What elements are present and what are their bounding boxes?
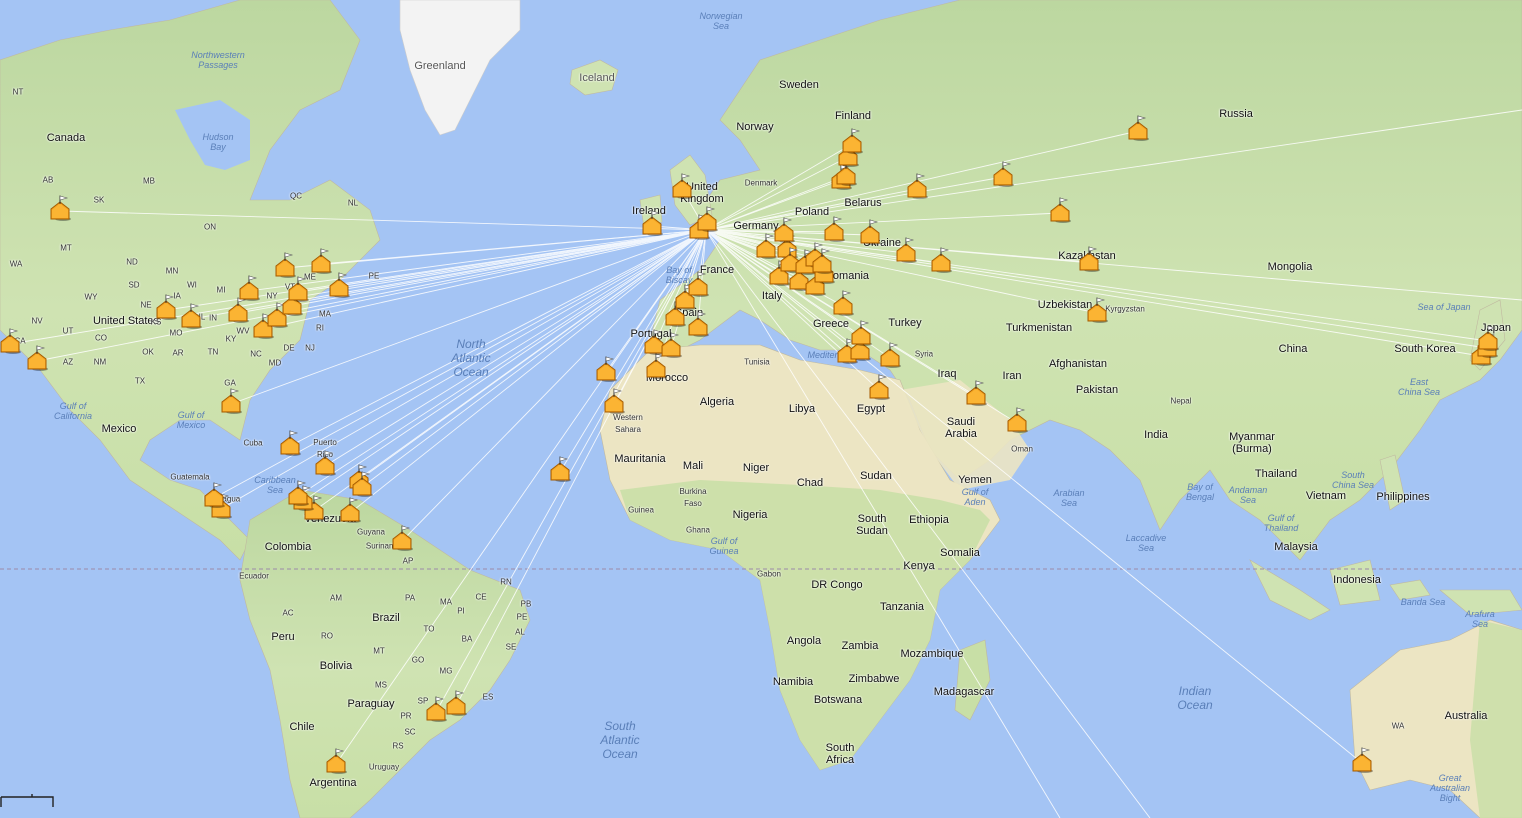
flag-marker-icon[interactable] xyxy=(671,173,693,199)
flag-marker-icon[interactable] xyxy=(549,456,571,482)
world-map[interactable]: Greenland Iceland Canada United States Mexic… xyxy=(0,0,1522,818)
flag-marker-icon[interactable] xyxy=(641,210,663,236)
flag-marker-icon[interactable] xyxy=(1127,115,1149,141)
flag-marker-icon[interactable] xyxy=(595,356,617,382)
flag-marker-icon[interactable] xyxy=(832,290,854,316)
flag-marker-icon[interactable] xyxy=(238,275,260,301)
flag-marker-icon[interactable] xyxy=(351,471,373,497)
flag-marker-icon[interactable] xyxy=(49,195,71,221)
flag-marker-icon[interactable] xyxy=(279,430,301,456)
flag-marker-icon[interactable] xyxy=(1006,407,1028,433)
flag-marker-icon[interactable] xyxy=(287,276,309,302)
flag-marker-icon[interactable] xyxy=(660,332,682,358)
flag-marker-icon[interactable] xyxy=(811,248,833,274)
flag-marker-icon[interactable] xyxy=(26,345,48,371)
flag-marker-icon[interactable] xyxy=(773,217,795,243)
flag-marker-icon[interactable] xyxy=(425,696,447,722)
flag-marker-icon[interactable] xyxy=(287,480,309,506)
flag-marker-icon[interactable] xyxy=(328,272,350,298)
flag-marker-icon[interactable] xyxy=(314,450,336,476)
flag-marker-icon[interactable] xyxy=(180,303,202,329)
flag-marker-icon[interactable] xyxy=(220,388,242,414)
flag-marker-icon[interactable] xyxy=(841,128,863,154)
flag-marker-icon[interactable] xyxy=(879,342,901,368)
flag-marker-icon[interactable] xyxy=(1477,325,1499,351)
flag-marker-icon[interactable] xyxy=(850,320,872,346)
flag-marker-icon[interactable] xyxy=(1086,297,1108,323)
flag-marker-icon[interactable] xyxy=(325,748,347,774)
scale-bar xyxy=(0,794,54,807)
flag-marker-icon[interactable] xyxy=(859,219,881,245)
flag-marker-icon[interactable] xyxy=(155,294,177,320)
flag-marker-icon[interactable] xyxy=(868,374,890,400)
flag-marker-icon[interactable] xyxy=(274,252,296,278)
flag-marker-icon[interactable] xyxy=(339,497,361,523)
flag-marker-icon[interactable] xyxy=(1049,197,1071,223)
flag-marker-icon[interactable] xyxy=(965,380,987,406)
flag-marker-icon[interactable] xyxy=(391,525,413,551)
flag-marker-icon[interactable] xyxy=(895,237,917,263)
flag-marker-icon[interactable] xyxy=(203,482,225,508)
flag-marker-icon[interactable] xyxy=(310,248,332,274)
flag-marker-icon[interactable] xyxy=(1351,747,1373,773)
australia-green xyxy=(1470,620,1522,818)
flag-marker-icon[interactable] xyxy=(823,216,845,242)
flag-marker-icon[interactable] xyxy=(906,173,928,199)
flag-marker-icon[interactable] xyxy=(0,328,21,354)
flag-marker-icon[interactable] xyxy=(687,311,709,337)
flag-marker-icon[interactable] xyxy=(696,206,718,232)
flag-marker-icon[interactable] xyxy=(445,690,467,716)
flag-marker-icon[interactable] xyxy=(992,161,1014,187)
flag-marker-icon[interactable] xyxy=(603,388,625,414)
flag-marker-icon[interactable] xyxy=(1078,246,1100,272)
flag-marker-icon[interactable] xyxy=(687,271,709,297)
flag-marker-icon[interactable] xyxy=(930,247,952,273)
